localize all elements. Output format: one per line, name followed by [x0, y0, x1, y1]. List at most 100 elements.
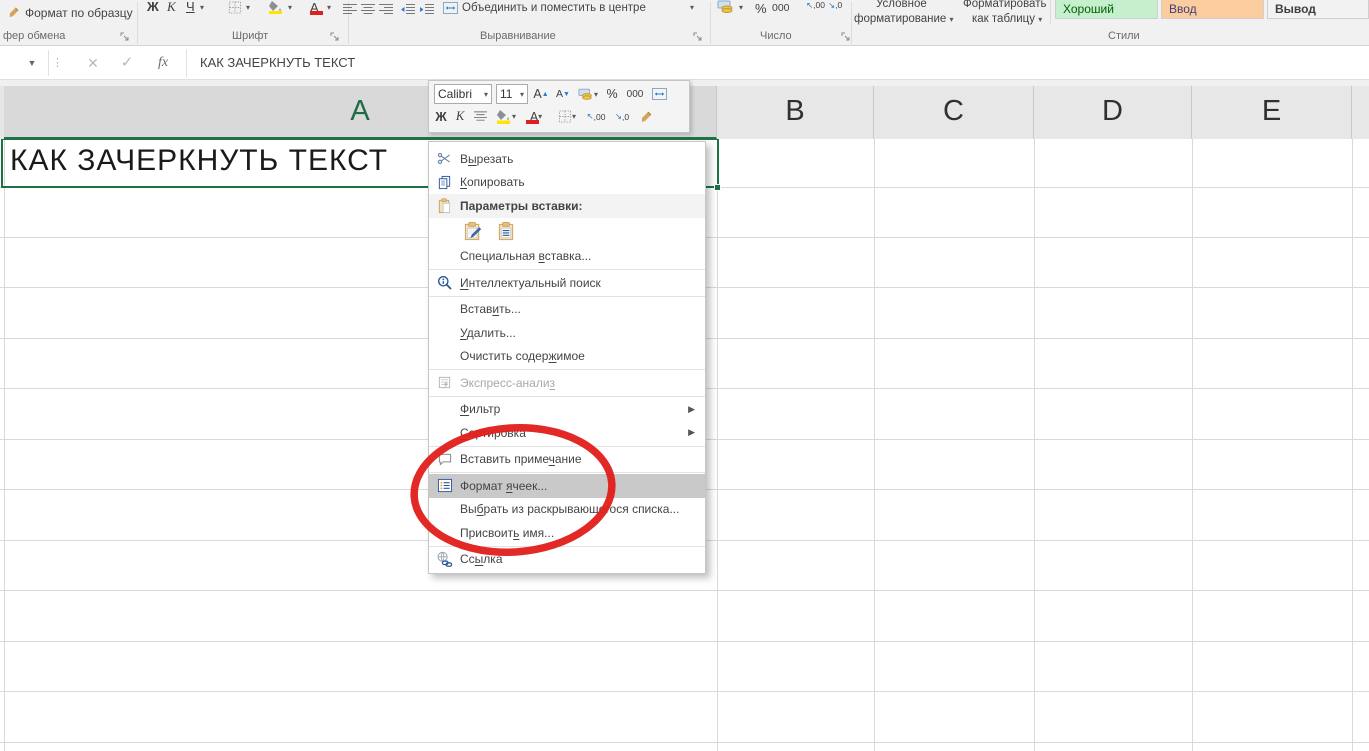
- fill-handle[interactable]: [714, 184, 721, 191]
- menu-item-link[interactable]: Ссылка: [429, 548, 705, 572]
- comma-style-icon[interactable]: 000: [624, 89, 646, 100]
- name-box-dropdown-icon[interactable]: ▼: [24, 46, 40, 80]
- format-painter-icon[interactable]: [638, 110, 656, 124]
- menu-item-label: Ссылка: [460, 552, 503, 566]
- menu-item-присвоить-имя-[interactable]: Присвоить имя...: [429, 521, 705, 545]
- fill-color-icon[interactable]: [268, 0, 284, 19]
- format-as-table-button[interactable]: Форматировать: [963, 0, 1046, 10]
- menu-item-сортировка[interactable]: Сортировка▶: [429, 421, 705, 445]
- bold-button[interactable]: Ж: [147, 0, 159, 14]
- italic-button[interactable]: К: [167, 0, 176, 14]
- formula-bar-drag-handle[interactable]: ⋮: [52, 46, 62, 80]
- align-center-icon[interactable]: [361, 2, 375, 20]
- borders-dropdown-icon[interactable]: ▾: [246, 3, 250, 12]
- conditional-formatting-button[interactable]: Условное: [876, 0, 927, 10]
- gridline: [0, 590, 1369, 591]
- conditional-formatting-button-line2[interactable]: форматирование ▾: [854, 13, 954, 25]
- column-header-e[interactable]: E: [1192, 86, 1352, 139]
- number-format-dropdown-icon[interactable]: ▾: [739, 3, 743, 12]
- fill-color-icon[interactable]: ▾: [494, 109, 518, 124]
- decrease-decimal-button[interactable]: ↘,0: [828, 0, 842, 11]
- menu-item-фильтр[interactable]: Фильтр▶: [429, 398, 705, 422]
- number-dialog-launcher-icon[interactable]: [841, 29, 851, 39]
- increase-decimal-icon[interactable]: ↖,00: [586, 111, 606, 122]
- ribbon: Формат по образцу фер обмена Ж К Ч ▾ ▾ ▾…: [0, 0, 1369, 46]
- column-header-c[interactable]: C: [874, 86, 1034, 139]
- cell-style-chip[interactable]: Ввод: [1161, 0, 1264, 19]
- gridline: [1352, 139, 1353, 751]
- menu-item-очистить-содержимое[interactable]: Очистить содержимое: [429, 345, 705, 369]
- font-name-combo[interactable]: Calibri▾: [434, 84, 492, 104]
- menu-separator: [429, 472, 705, 473]
- number-format-icon[interactable]: ▾: [576, 88, 600, 101]
- link-icon: [429, 551, 460, 567]
- insert-function-icon[interactable]: fx: [150, 46, 176, 80]
- center-align-icon[interactable]: [472, 111, 488, 122]
- menu-item-smart-lookup[interactable]: Интеллектуальный поиск: [429, 271, 705, 295]
- italic-icon[interactable]: К: [454, 109, 466, 124]
- percent-style-icon[interactable]: %: [604, 87, 620, 101]
- formula-input[interactable]: КАК ЗАЧЕРКНУТЬ ТЕКСТ: [200, 46, 800, 80]
- bold-icon[interactable]: Ж: [434, 110, 448, 124]
- gridline: [1192, 139, 1193, 751]
- grow-font-icon[interactable]: A▲: [532, 87, 550, 101]
- underline-dropdown-icon[interactable]: ▾: [200, 3, 204, 12]
- increase-decimal-button[interactable]: ↖,00: [806, 0, 825, 11]
- font-group-label: Шрифт: [232, 30, 268, 42]
- formula-bar: ▼ ⋮ ✕ ✓ fx КАК ЗАЧЕРКНУТЬ ТЕКСТ: [0, 46, 1369, 80]
- paste-values-icon[interactable]: [493, 219, 519, 244]
- menu-item-выбрать-из-раскрывающегося-списка-[interactable]: Выбрать из раскрывающегося списка...: [429, 498, 705, 522]
- merge-center-button[interactable]: Объединить и поместить в центре: [462, 2, 646, 14]
- font-dialog-launcher-icon[interactable]: [330, 29, 340, 39]
- decrease-decimal-icon[interactable]: ↘,0: [612, 111, 632, 122]
- enter-icon[interactable]: ✓: [114, 46, 140, 80]
- shrink-font-icon[interactable]: A▼: [554, 88, 572, 100]
- menu-separator: [429, 369, 705, 370]
- alignment-dialog-launcher-icon[interactable]: [693, 29, 703, 39]
- fill-color-dropdown-icon[interactable]: ▾: [288, 3, 292, 12]
- number-group-label: Число: [760, 30, 792, 42]
- format-painter-button[interactable]: Формат по образцу: [25, 6, 133, 20]
- cancel-icon[interactable]: ✕: [80, 46, 106, 80]
- borders-icon[interactable]: ▾: [554, 110, 580, 123]
- font-size-combo[interactable]: 11▾: [496, 84, 528, 104]
- format-painter-icon: [8, 6, 21, 24]
- merge-center-icon[interactable]: [443, 1, 458, 19]
- merge-center-dropdown-icon[interactable]: ▾: [690, 3, 694, 12]
- menu-item-вставить-[interactable]: Вставить...: [429, 298, 705, 322]
- underline-button[interactable]: Ч: [186, 0, 195, 14]
- font-color-icon[interactable]: А▾: [524, 110, 548, 124]
- menu-item-специальная-вставка-[interactable]: Специальная вставка...: [429, 245, 705, 269]
- quick-analysis-icon: [429, 375, 460, 390]
- menu-item-comment[interactable]: Вставить примечание: [429, 448, 705, 472]
- column-header-d[interactable]: D: [1034, 86, 1192, 139]
- increase-indent-icon[interactable]: [419, 2, 434, 20]
- format-as-table-button-line2[interactable]: как таблицу ▾: [972, 13, 1042, 25]
- decrease-indent-icon[interactable]: [400, 2, 415, 20]
- paste-options-row: [429, 218, 705, 245]
- styles-group-label: Стили: [1108, 30, 1140, 42]
- paste-keep-formatting-icon[interactable]: [460, 219, 486, 244]
- cell-style-chip[interactable]: Вывод: [1267, 0, 1369, 19]
- menu-item-format-cells[interactable]: Формат ячеек...: [429, 474, 705, 498]
- gridline: [1034, 139, 1035, 751]
- align-right-icon[interactable]: [379, 2, 393, 20]
- menu-item-quick-analysis[interactable]: Экспресс-анализ: [429, 371, 705, 395]
- menu-item-scissors[interactable]: Вырезать: [429, 147, 705, 171]
- cell-style-chip[interactable]: Хороший: [1055, 0, 1158, 19]
- clipboard-dialog-launcher-icon[interactable]: [120, 29, 130, 39]
- number-format-icon[interactable]: [717, 0, 735, 19]
- font-color-icon[interactable]: А: [310, 0, 319, 15]
- smart-lookup-icon: [429, 275, 460, 291]
- menu-item-copy[interactable]: Копировать: [429, 171, 705, 195]
- copy-icon: [429, 175, 460, 190]
- gridline: [874, 139, 875, 751]
- merge-center-icon[interactable]: [650, 88, 668, 100]
- column-header-b[interactable]: B: [717, 86, 874, 139]
- menu-item-удалить-[interactable]: Удалить...: [429, 321, 705, 345]
- font-color-dropdown-icon[interactable]: ▾: [327, 3, 331, 12]
- comma-style-button[interactable]: 000: [772, 2, 790, 14]
- percent-style-button[interactable]: %: [755, 1, 767, 16]
- align-left-icon[interactable]: [343, 2, 357, 20]
- borders-icon[interactable]: [228, 1, 242, 19]
